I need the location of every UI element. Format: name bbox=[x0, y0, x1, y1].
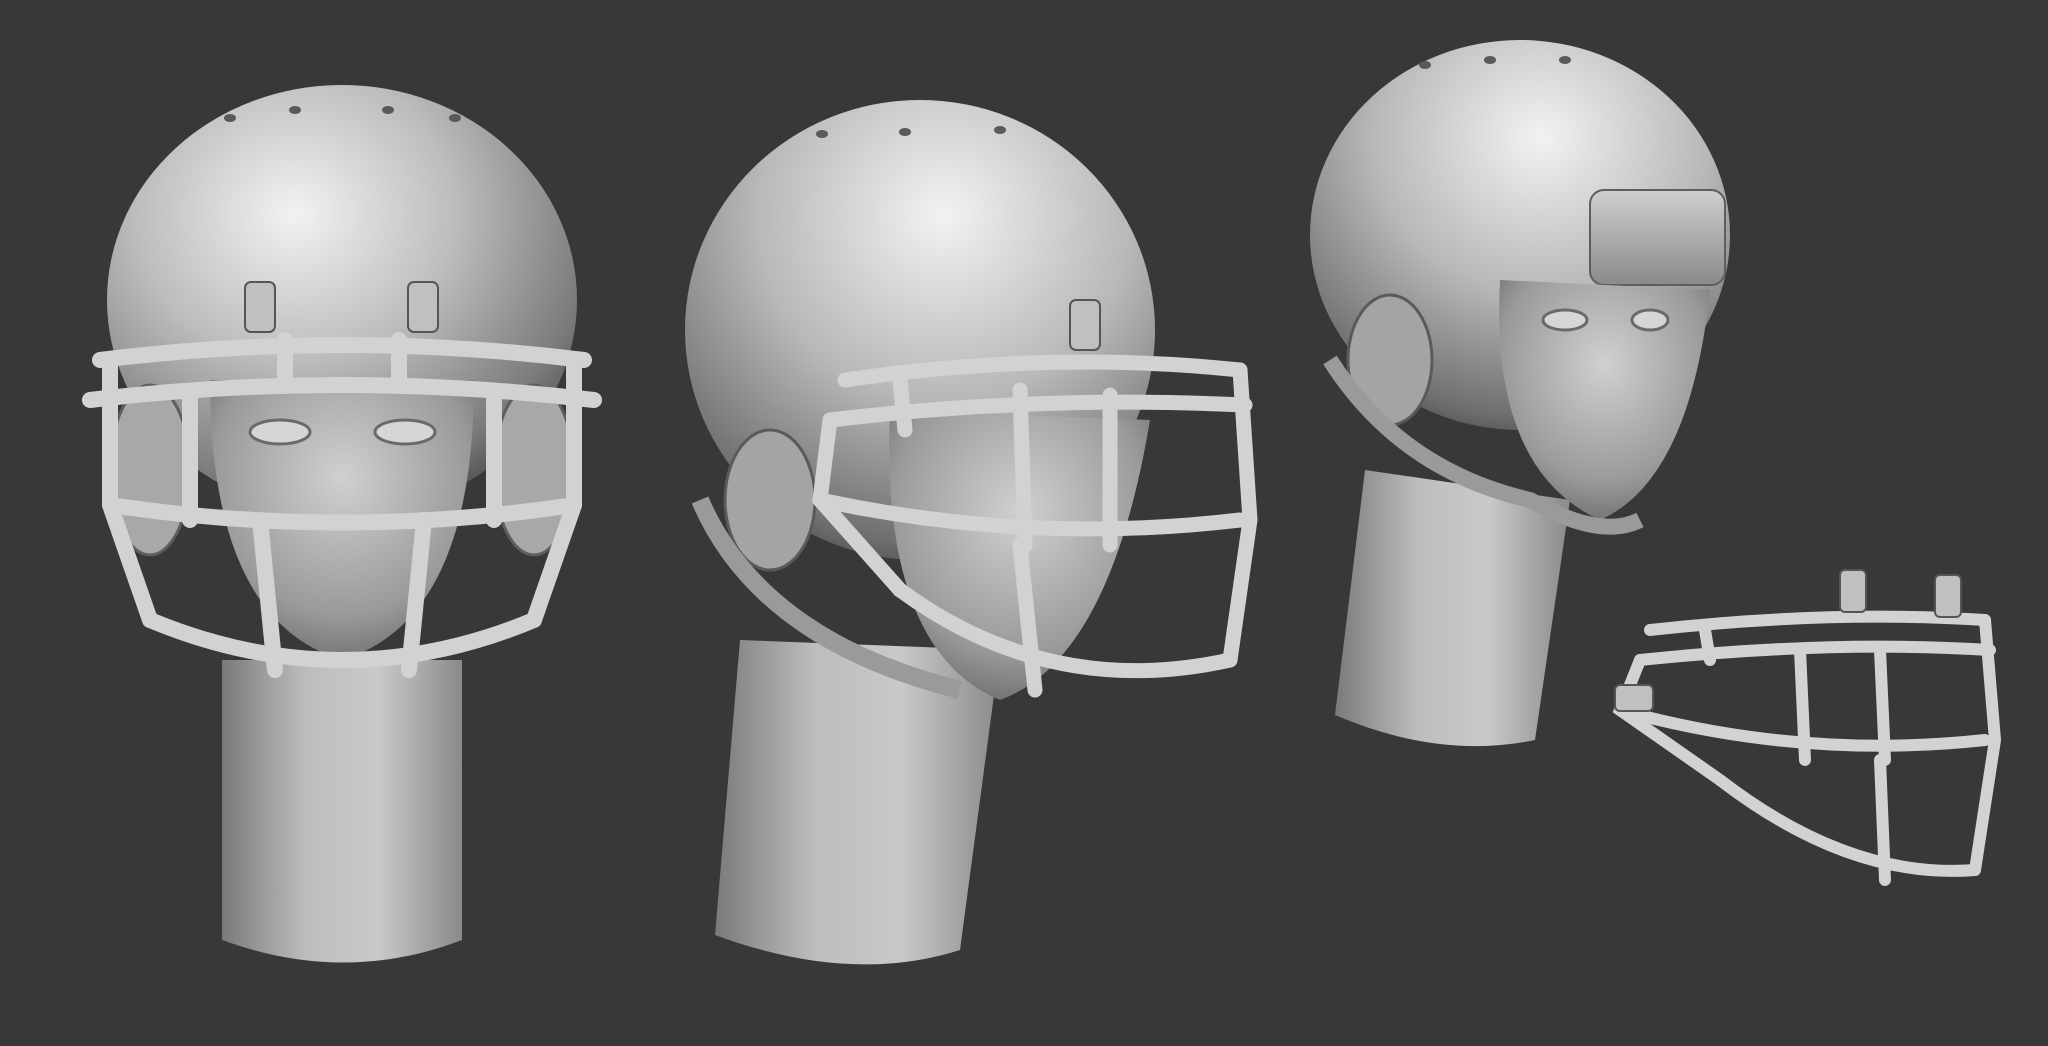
front-bumper bbox=[1589, 189, 1726, 286]
facemask-only-clips bbox=[1614, 569, 1962, 712]
side-view-model bbox=[1310, 40, 1730, 747]
ear-pad bbox=[723, 428, 817, 572]
neck bbox=[222, 660, 462, 963]
three-quarter-view-model bbox=[685, 100, 1258, 965]
front-view-model bbox=[82, 85, 602, 963]
render-scene bbox=[82, 40, 2002, 965]
facemask-only-model bbox=[1612, 610, 2002, 886]
facemask-clip bbox=[1069, 299, 1101, 351]
face bbox=[1499, 280, 1710, 520]
